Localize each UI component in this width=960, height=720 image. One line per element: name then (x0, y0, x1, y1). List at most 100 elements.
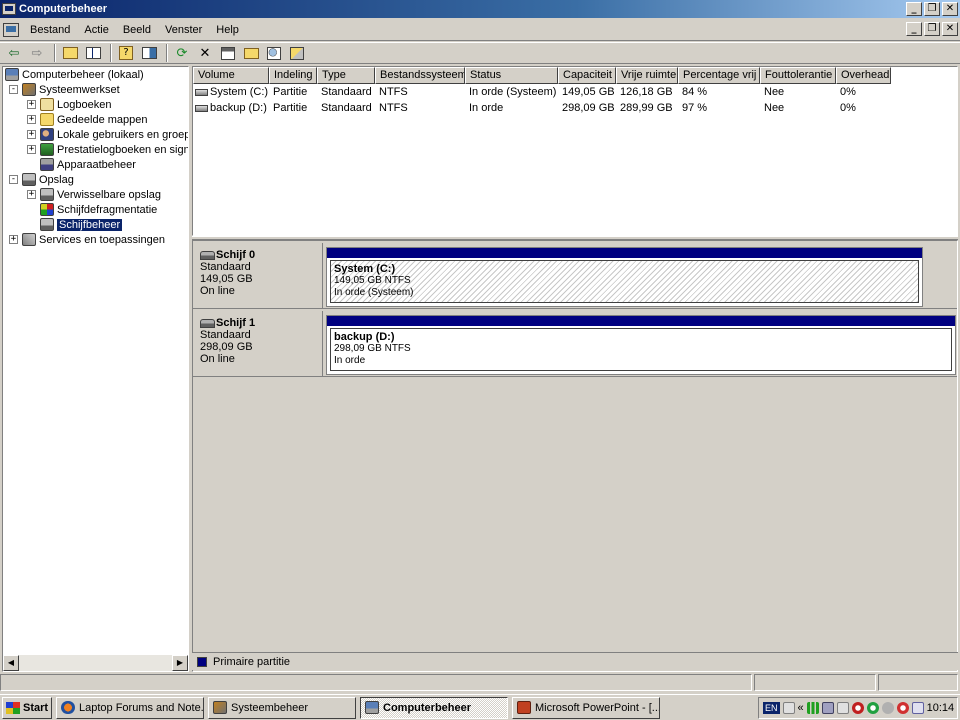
warning-icon[interactable] (896, 702, 909, 714)
menu-venster[interactable]: Venster (158, 20, 209, 40)
volume-row[interactable]: System (C:) Partitie Standaard NTFS In o… (193, 84, 957, 100)
column-header-vrije-ruimte[interactable]: Vrije ruimte (616, 67, 678, 84)
tree-item-schijfdefragmentatie[interactable]: Schijfdefragmentatie (3, 202, 188, 217)
child-minimize-button[interactable]: _ (906, 22, 922, 36)
help-icon[interactable]: ? (116, 44, 136, 62)
task-button-powerpoint[interactable]: Microsoft PowerPoint - [... (512, 696, 660, 719)
partition-body[interactable]: backup (D:) 298,09 GB NTFS In orde (330, 328, 952, 371)
task-button-firefox[interactable]: Laptop Forums and Note... (56, 696, 204, 719)
computer-icon (5, 68, 19, 81)
collapse-icon[interactable]: - (9, 85, 18, 94)
up-folder-icon[interactable] (60, 44, 80, 62)
expand-icon[interactable]: + (27, 130, 36, 139)
column-header-bestandssysteem[interactable]: Bestandssysteem (375, 67, 465, 84)
properties-icon[interactable] (139, 44, 159, 62)
system-tray: EN « 10:14 (758, 697, 958, 719)
tree-item-verwisselbare-opslag[interactable]: + Verwisselbare opslag (3, 187, 188, 202)
language-indicator[interactable]: EN (763, 702, 780, 714)
column-header-indeling[interactable]: Indeling (269, 67, 317, 84)
expand-icon[interactable]: + (27, 115, 36, 124)
column-header-capaciteit[interactable]: Capaciteit (558, 67, 616, 84)
expand-icon[interactable]: + (27, 190, 36, 199)
column-header-fouttolerantie[interactable]: Fouttolerantie (760, 67, 836, 84)
tree-item-root[interactable]: Computerbeheer (lokaal) (3, 67, 188, 82)
clock[interactable]: 10:14 (927, 702, 955, 714)
tree-horizontal-scrollbar[interactable]: ◀ ▶ (3, 655, 188, 671)
delete-icon[interactable]: ✕ (195, 44, 215, 62)
tree-item-opslag[interactable]: - Opslag (3, 172, 188, 187)
defrag-icon (40, 203, 54, 216)
column-header-status[interactable]: Status (465, 67, 558, 84)
expand-icon[interactable]: + (27, 145, 36, 154)
task-button-systeembeheer[interactable]: Systeembeheer (208, 696, 356, 719)
tree-item-prestatie[interactable]: + Prestatielogboeken en signa (3, 142, 188, 157)
volume-cell: backup (D:) (193, 102, 269, 114)
child-window-controls: _ ❐ ✕ (906, 22, 958, 36)
refresh-icon[interactable]: ⟳ (172, 44, 192, 62)
partition-backup-d[interactable]: backup (D:) 298,09 GB NTFS In orde (326, 315, 956, 375)
child-restore-button[interactable]: ❐ (924, 22, 940, 36)
signal-strength-icon[interactable] (806, 702, 819, 714)
child-close-button[interactable]: ✕ (942, 22, 958, 36)
column-header-type[interactable]: Type (317, 67, 375, 84)
tree-item-lokale-gebruikers[interactable]: + Lokale gebruikers en groepe (3, 127, 188, 142)
close-button[interactable]: ✕ (942, 2, 958, 16)
minimize-button[interactable]: _ (906, 2, 922, 16)
show-hidden-icons-chevron[interactable]: « (798, 702, 804, 714)
console-icon[interactable] (3, 22, 19, 37)
legend-label: Primaire partitie (213, 655, 291, 668)
performance-icon (40, 143, 54, 156)
expand-icon[interactable]: + (9, 235, 18, 244)
tree-item-gedeelde-mappen[interactable]: + Gedeelde mappen (3, 112, 188, 127)
cell-capacity: 298,09 GB (562, 102, 615, 114)
disk-info[interactable]: Schijf 0 Standaard 149,05 GB On line (193, 243, 323, 309)
admin-tools-icon (213, 701, 227, 714)
show-hide-tree-icon[interactable] (83, 44, 103, 62)
menu-help[interactable]: Help (209, 20, 246, 40)
tree-label: Services en toepassingen (39, 233, 165, 246)
tree-item-apparaatbeheer[interactable]: Apparaatbeheer (3, 157, 188, 172)
start-button[interactable]: Start (2, 696, 52, 719)
column-header-percentage-vrij[interactable]: Percentage vrij (678, 67, 760, 84)
restore-button[interactable]: ❐ (924, 2, 940, 16)
task-label: Laptop Forums and Note... (79, 701, 204, 714)
update-icon[interactable] (866, 702, 879, 714)
properties2-icon[interactable] (218, 44, 238, 62)
scroll-left-icon[interactable]: ◀ (3, 655, 19, 671)
partition-system-c[interactable]: System (C:) 149,05 GB NTFS In orde (Syst… (326, 247, 923, 307)
tree-item-schijfbeheer[interactable]: Schijfbeheer (3, 217, 188, 232)
disk-row-1[interactable]: Schijf 1 Standaard 298,09 GB On line bac… (193, 311, 957, 377)
disk-state: On line (200, 353, 235, 365)
menu-beeld[interactable]: Beeld (116, 20, 158, 40)
volume-name: System (C:) (210, 86, 269, 98)
cell-overhead: 0% (840, 102, 856, 114)
scroll-right-icon[interactable]: ▶ (172, 655, 188, 671)
menu-bestand[interactable]: Bestand (23, 20, 77, 40)
tree-item-logboeken[interactable]: + Logboeken (3, 97, 188, 112)
info-icon[interactable] (782, 702, 795, 714)
mail-icon[interactable] (911, 702, 924, 714)
task-button-computerbeheer[interactable]: Computerbeheer (360, 696, 508, 719)
gear-icon[interactable] (881, 702, 894, 714)
column-header-volume[interactable]: Volume (193, 67, 269, 84)
tree-item-services[interactable]: + Services en toepassingen (3, 232, 188, 247)
column-header-overhead[interactable]: Overhead (836, 67, 891, 84)
collapse-icon[interactable]: - (9, 175, 18, 184)
forward-arrow-icon[interactable]: ⇨ (27, 44, 47, 62)
menu-actie[interactable]: Actie (77, 20, 115, 40)
settings-icon[interactable] (287, 44, 307, 62)
status-panel (0, 674, 752, 691)
disk-info[interactable]: Schijf 1 Standaard 298,09 GB On line (193, 311, 323, 377)
open-icon[interactable] (241, 44, 261, 62)
disk-row-0[interactable]: Schijf 0 Standaard 149,05 GB On line Sys… (193, 243, 957, 309)
search-icon[interactable] (264, 44, 284, 62)
expand-icon[interactable]: + (27, 100, 36, 109)
status-bar (0, 674, 960, 692)
volume-row[interactable]: backup (D:) Partitie Standaard NTFS In o… (193, 100, 957, 116)
network-icon[interactable] (821, 702, 834, 714)
volume-icon[interactable] (836, 702, 849, 714)
partition-body-selected[interactable]: System (C:) 149,05 GB NTFS In orde (Syst… (330, 260, 919, 303)
tree-item-systeemwerkset[interactable]: - Systeemwerkset (3, 82, 188, 97)
security-alert-icon[interactable] (851, 702, 864, 714)
back-arrow-icon[interactable]: ⇦ (4, 44, 24, 62)
